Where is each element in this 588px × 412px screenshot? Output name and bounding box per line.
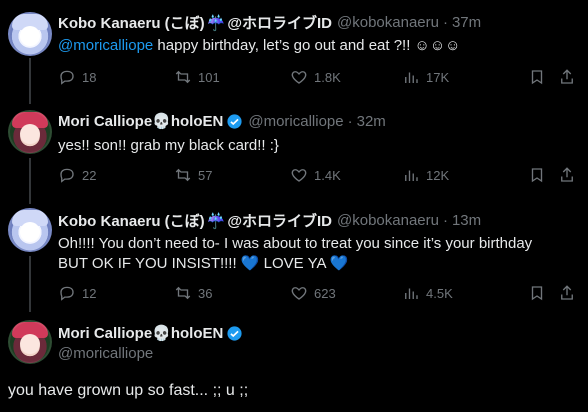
like-count: 1.8K xyxy=(314,69,341,85)
handle[interactable]: @moricalliope xyxy=(248,113,343,130)
blue-heart-emoji: 💙 xyxy=(329,255,349,272)
focused-tweet-text: you have grown up so fast... ;; u ;; xyxy=(8,382,249,399)
bookmark-button[interactable] xyxy=(528,166,546,184)
display-name[interactable]: Kobo Kanaeru (こぼ) xyxy=(58,210,205,231)
views-count: 12K xyxy=(426,167,450,183)
tweet-text: @moricalliope happy birthday, let’s go o… xyxy=(58,36,578,56)
like-count: 1.4K xyxy=(314,167,341,183)
share-icon xyxy=(561,285,573,300)
retweet-count: 57 xyxy=(198,167,213,183)
reply-icon xyxy=(60,168,74,183)
display-name-suffix[interactable]: @ホロライブID xyxy=(227,12,332,33)
views-icon xyxy=(405,288,418,299)
tweet-header: Kobo Kanaeru (こぼ) ☔ @ホロライブID @kobokanaer… xyxy=(58,12,481,33)
like-button[interactable]: 623 xyxy=(290,284,336,302)
thread-line xyxy=(29,256,31,312)
share-icon xyxy=(561,69,573,84)
retweet-count: 36 xyxy=(198,285,213,301)
separator-dot: · xyxy=(442,14,448,31)
tweet-text: yes!! son!! grab my black card!! :} xyxy=(58,137,279,154)
tweet-text-segment: BUT OK IF YOU INSIST!!!! xyxy=(58,255,241,272)
like-count: 623 xyxy=(314,285,336,301)
views-button[interactable]: 12K xyxy=(402,166,449,184)
thread-line xyxy=(29,158,31,204)
display-name[interactable]: Mori Calliope💀holoEN xyxy=(58,324,223,342)
share-button[interactable] xyxy=(558,166,576,184)
reply-button[interactable]: 22 xyxy=(58,166,96,184)
reply-icon xyxy=(60,286,74,301)
tweet-actions: 22 57 1.4K 12K xyxy=(58,166,578,186)
thread-line xyxy=(29,58,31,104)
like-button[interactable]: 1.4K xyxy=(290,166,341,184)
reply-count: 18 xyxy=(82,69,97,85)
retweet-icon xyxy=(175,70,191,84)
timestamp[interactable]: 13m xyxy=(452,212,481,229)
tweet-text-line: BUT OK IF YOU INSIST!!!! 💙 LOVE YA 💙 xyxy=(58,254,578,274)
reply-button[interactable]: 12 xyxy=(58,284,96,302)
tweet-text-line: Oh!!!! You don’t need to- I was about to… xyxy=(58,235,533,252)
reply-icon xyxy=(60,70,74,85)
retweet-button[interactable]: 101 xyxy=(174,68,220,86)
tweet-header: Kobo Kanaeru (こぼ) ☔ @ホロライブID @kobokanaer… xyxy=(58,210,481,231)
display-name[interactable]: Mori Calliope💀holoEN xyxy=(58,112,223,130)
separator-dot: · xyxy=(347,112,353,130)
handle[interactable]: @kobokanaeru xyxy=(337,212,439,229)
views-icon xyxy=(405,72,418,83)
display-name[interactable]: Kobo Kanaeru (こぼ) xyxy=(58,12,205,33)
tweet-text-content: happy birthday, let’s go out and eat ?!!… xyxy=(153,37,461,54)
share-icon xyxy=(561,167,573,182)
avatar[interactable] xyxy=(8,110,52,154)
umbrella-emoji: ☔ xyxy=(206,14,226,32)
verified-badge-icon xyxy=(227,113,242,129)
timestamp[interactable]: 37m xyxy=(452,14,481,31)
tweet-text: Oh!!!! You don’t need to- I was about to… xyxy=(58,234,578,274)
like-button[interactable]: 1.8K xyxy=(290,68,341,86)
verified-badge-icon xyxy=(227,325,242,341)
retweet-icon xyxy=(175,286,191,300)
views-button[interactable]: 4.5K xyxy=(402,284,453,302)
focused-tweet-header: Mori Calliope💀holoEN @moricalliope xyxy=(58,324,243,362)
views-icon xyxy=(405,170,418,181)
retweet-icon xyxy=(175,168,191,182)
umbrella-emoji: ☔ xyxy=(206,212,226,230)
retweet-button[interactable]: 36 xyxy=(174,284,212,302)
bookmark-icon xyxy=(531,168,543,183)
retweet-button[interactable]: 57 xyxy=(174,166,212,184)
share-button[interactable] xyxy=(558,284,576,302)
retweet-count: 101 xyxy=(198,69,220,85)
bookmark-button[interactable] xyxy=(528,68,546,86)
reply-count: 22 xyxy=(82,167,97,183)
tweet-header: Mori Calliope💀holoEN @moricalliope · 32m xyxy=(58,112,386,131)
bookmark-icon xyxy=(531,70,543,85)
reply-count: 12 xyxy=(82,285,97,301)
tweet-actions: 18 101 1.8K 17K xyxy=(58,68,578,88)
avatar[interactable] xyxy=(8,320,52,364)
share-button[interactable] xyxy=(558,68,576,86)
views-count: 17K xyxy=(426,69,450,85)
bookmark-icon xyxy=(531,286,543,301)
reply-button[interactable]: 18 xyxy=(58,68,96,86)
tweet-text-segment: LOVE YA xyxy=(259,255,330,272)
handle[interactable]: @kobokanaeru xyxy=(337,14,439,31)
views-button[interactable]: 17K xyxy=(402,68,449,86)
heart-icon xyxy=(291,169,307,182)
blue-heart-emoji: 💙 xyxy=(240,255,260,272)
heart-icon xyxy=(291,71,307,84)
bookmark-button[interactable] xyxy=(528,284,546,302)
tweet-actions: 12 36 623 4.5K xyxy=(58,284,578,304)
display-name-suffix[interactable]: @ホロライブID xyxy=(227,210,332,231)
views-count: 4.5K xyxy=(426,285,453,301)
avatar[interactable] xyxy=(8,12,52,56)
display-name-row: Mori Calliope💀holoEN xyxy=(58,324,243,342)
heart-icon xyxy=(291,287,307,300)
separator-dot: · xyxy=(442,212,448,229)
timestamp[interactable]: 32m xyxy=(357,113,386,130)
mention-link[interactable]: @moricalliope xyxy=(58,37,153,54)
avatar[interactable] xyxy=(8,208,52,252)
handle[interactable]: @moricalliope xyxy=(58,345,243,362)
